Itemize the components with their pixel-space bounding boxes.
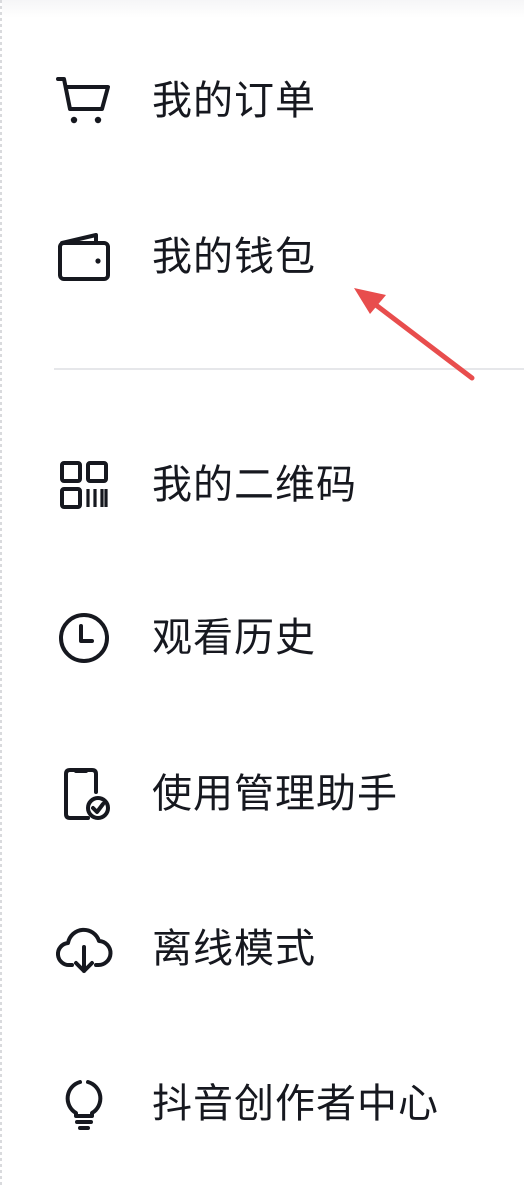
menu-item-label: 我的二维码 [152, 462, 357, 508]
clock-icon [54, 608, 114, 668]
menu-item-wallet[interactable]: 我的钱包 [0, 197, 524, 317]
phone-check-icon [54, 764, 114, 824]
menu-item-label: 观看历史 [152, 615, 316, 661]
menu-item-creator-center[interactable]: 抖音创作者中心 [0, 1044, 524, 1164]
menu-item-label: 抖音创作者中心 [152, 1081, 439, 1127]
section-divider [54, 368, 524, 370]
menu-item-label: 我的订单 [152, 78, 316, 124]
menu-item-label: 使用管理助手 [152, 771, 398, 817]
menu-item-qrcode[interactable]: 我的二维码 [0, 425, 524, 545]
cloud-download-icon [54, 919, 114, 979]
menu-item-label: 离线模式 [152, 926, 316, 972]
qrcode-icon [54, 455, 114, 515]
cart-icon [54, 71, 114, 131]
wallet-icon [54, 227, 114, 287]
menu-item-label: 我的钱包 [152, 234, 316, 280]
menu-item-offline-mode[interactable]: 离线模式 [0, 889, 524, 1009]
menu-item-orders[interactable]: 我的订单 [0, 41, 524, 161]
lightbulb-icon [54, 1074, 114, 1134]
menu-item-history[interactable]: 观看历史 [0, 578, 524, 698]
side-menu: 我的订单 我的钱包 我的二维码 观看历史 使用管理助手 离线模式 抖音创作者中心 [0, 0, 524, 1188]
menu-item-usage-manager[interactable]: 使用管理助手 [0, 734, 524, 854]
